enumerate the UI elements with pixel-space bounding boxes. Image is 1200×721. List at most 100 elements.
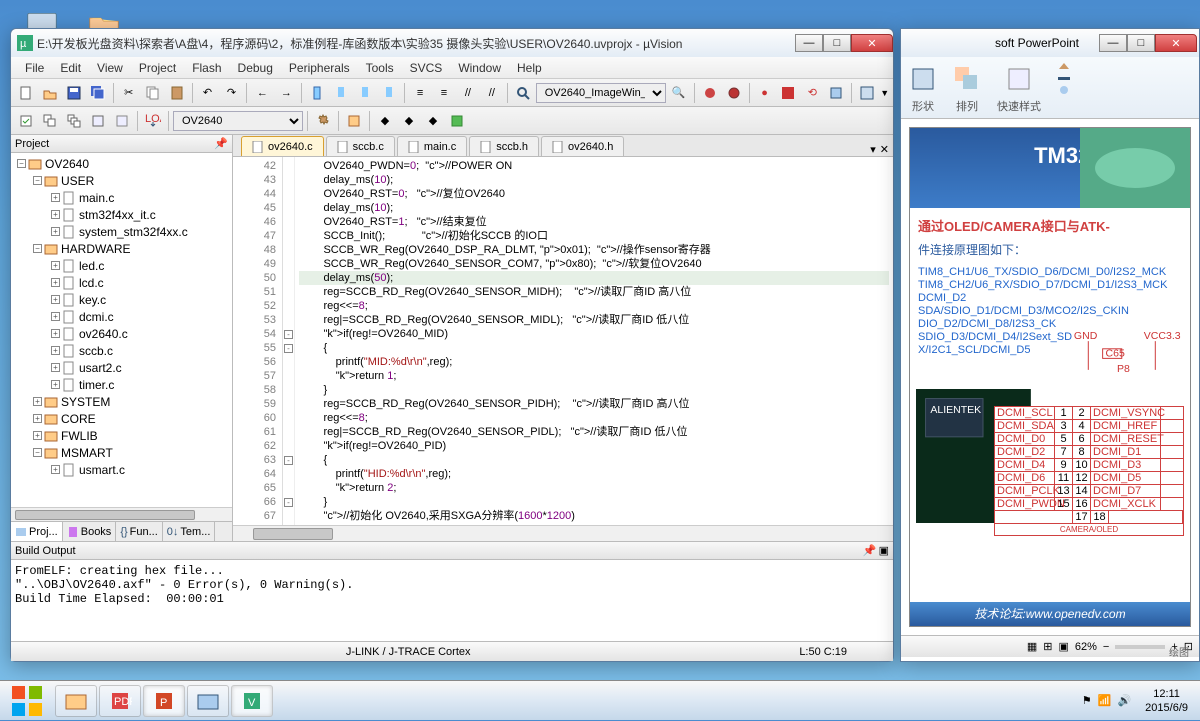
step-button[interactable] (825, 82, 847, 104)
build-output-text[interactable]: FromELF: creating hex file... "..\OBJ\OV… (11, 560, 893, 641)
file-tab[interactable]: ov2640.c (241, 136, 324, 156)
menu-project[interactable]: Project (131, 59, 184, 77)
ribbon-styles[interactable]: 快速样式 (997, 61, 1041, 114)
stop-button[interactable] (778, 82, 800, 104)
undo-button[interactable]: ↶ (197, 82, 219, 104)
start-button[interactable] (0, 681, 54, 721)
target-select[interactable]: OV2640 (173, 111, 303, 131)
new-button[interactable] (15, 82, 37, 104)
output-pin-icon[interactable]: 📌 (863, 544, 877, 557)
tab-templates[interactable]: 0↓Tem... (163, 522, 216, 541)
titlebar[interactable]: µ E:\开发板光盘资料\探索者\A盘\4，程序源码\2，标准例程-库函数版本\… (11, 29, 893, 57)
file-tab[interactable]: sccb.h (469, 136, 539, 156)
taskbar-powerpoint[interactable]: P (143, 685, 185, 717)
open-button[interactable] (39, 82, 61, 104)
menu-view[interactable]: View (89, 59, 131, 77)
tb-icon-4[interactable] (446, 110, 468, 132)
tb-icon-1[interactable]: ◆ (374, 110, 396, 132)
project-hscroll[interactable] (11, 507, 232, 521)
project-tree[interactable]: −OV2640 −USER +main.c +stm32f4xx_it.c +s… (11, 153, 232, 507)
menu-help[interactable]: Help (509, 59, 550, 77)
save-button[interactable] (63, 82, 85, 104)
minimize-button[interactable]: — (795, 34, 823, 52)
bookmark-next-button[interactable] (354, 82, 376, 104)
project-pin-icon[interactable]: 📌 (214, 137, 228, 150)
file-tab[interactable]: sccb.c (326, 136, 395, 156)
redo-button[interactable]: ↷ (221, 82, 243, 104)
ribbon-arrange[interactable]: 排列 (953, 61, 981, 114)
tray-flag-icon[interactable]: ⚑ (1082, 694, 1092, 707)
tray-volume-icon[interactable]: 🔊 (1117, 694, 1131, 707)
paste-button[interactable] (166, 82, 188, 104)
menu-window[interactable]: Window (450, 59, 509, 77)
close-button[interactable]: ✕ (851, 34, 893, 52)
stop-build-button[interactable] (111, 110, 133, 132)
tab-functions[interactable]: {}Fun... (116, 522, 162, 541)
bookmark-clear-button[interactable] (378, 82, 400, 104)
tab-close-icon[interactable]: ✕ (880, 143, 889, 156)
find-button[interactable] (512, 82, 534, 104)
output-close-icon[interactable]: ▣ (879, 544, 889, 557)
outdent-button[interactable]: ≡ (433, 82, 455, 104)
translate-button[interactable] (15, 110, 37, 132)
bookmark-prev-button[interactable] (330, 82, 352, 104)
taskbar-explorer[interactable] (55, 685, 97, 717)
tb-icon-2[interactable]: ◆ (398, 110, 420, 132)
debug-button[interactable] (699, 82, 721, 104)
uncomment-button[interactable]: // (481, 82, 503, 104)
taskbar-uvision[interactable]: V (231, 685, 273, 717)
tab-project[interactable]: Proj... (11, 522, 63, 541)
file-tab[interactable]: main.c (397, 136, 467, 156)
menu-tools[interactable]: Tools (358, 59, 402, 77)
ppt-minimize-button[interactable]: — (1099, 34, 1127, 52)
download-button[interactable]: LOAD (142, 110, 164, 132)
menu-debug[interactable]: Debug (230, 59, 281, 77)
rebuild-button[interactable] (63, 110, 85, 132)
view-normal-icon[interactable]: ▦ (1027, 640, 1037, 653)
run-button[interactable]: ● (754, 82, 776, 104)
menu-svcs[interactable]: SVCS (402, 59, 451, 77)
tab-books[interactable]: Books (63, 522, 117, 541)
nav-fwd-button[interactable]: → (275, 82, 297, 104)
code-area[interactable]: 4243444546474849505152535455565758596061… (233, 157, 893, 525)
editor-hscroll[interactable] (233, 525, 893, 541)
batch-build-button[interactable] (87, 110, 109, 132)
find-combo[interactable]: OV2640_ImageWin_Set (536, 83, 666, 103)
copy-button[interactable] (142, 82, 164, 104)
window-layout-button[interactable] (856, 82, 878, 104)
taskbar-files[interactable] (187, 685, 229, 717)
options-button[interactable] (312, 110, 334, 132)
menu-edit[interactable]: Edit (52, 59, 89, 77)
file-tab[interactable]: ov2640.h (541, 136, 624, 156)
menu-flash[interactable]: Flash (184, 59, 229, 77)
reset-button[interactable]: ⟲ (801, 82, 823, 104)
bookmark-button[interactable] (306, 82, 328, 104)
tray-network-icon[interactable]: 📶 (1098, 694, 1112, 707)
indent-button[interactable]: ≡ (409, 82, 431, 104)
ppt-titlebar[interactable]: soft PowerPoint — □ ✕ (901, 29, 1199, 57)
ppt-maximize-button[interactable]: □ (1127, 34, 1155, 52)
breakpoint-button[interactable] (723, 82, 745, 104)
fold-gutter[interactable]: ---- (283, 157, 295, 525)
save-all-button[interactable] (87, 82, 109, 104)
clock[interactable]: 12:112015/6/9 (1137, 685, 1196, 717)
ppt-close-button[interactable]: ✕ (1155, 34, 1197, 52)
ribbon-shapes[interactable]: 形状 (909, 61, 937, 114)
ribbon-fill[interactable] (1057, 61, 1071, 114)
menu-peripherals[interactable]: Peripherals (281, 59, 358, 77)
comment-button[interactable]: // (457, 82, 479, 104)
tb-icon-3[interactable]: ◆ (422, 110, 444, 132)
cut-button[interactable]: ✂ (118, 82, 140, 104)
zoom-out-button[interactable]: − (1103, 641, 1109, 653)
nav-back-button[interactable]: ← (251, 82, 273, 104)
view-show-icon[interactable]: ▣ (1058, 640, 1068, 653)
source-text[interactable]: OV2640_PWDN=0; "c">//POWER ON delay_ms(1… (295, 157, 893, 525)
build-button[interactable] (39, 110, 61, 132)
manage-books-button[interactable] (343, 110, 365, 132)
taskbar-pdf[interactable]: PDF (99, 685, 141, 717)
menu-file[interactable]: File (17, 59, 52, 77)
tab-dropdown-icon[interactable]: ▾ (870, 143, 876, 156)
maximize-button[interactable]: □ (823, 34, 851, 52)
ppt-slide[interactable]: TM32F4开发板 通过OLED/CAMERA接口与ATK- 件连接原理图如下：… (909, 127, 1191, 627)
view-sorter-icon[interactable]: ⊞ (1043, 640, 1052, 653)
